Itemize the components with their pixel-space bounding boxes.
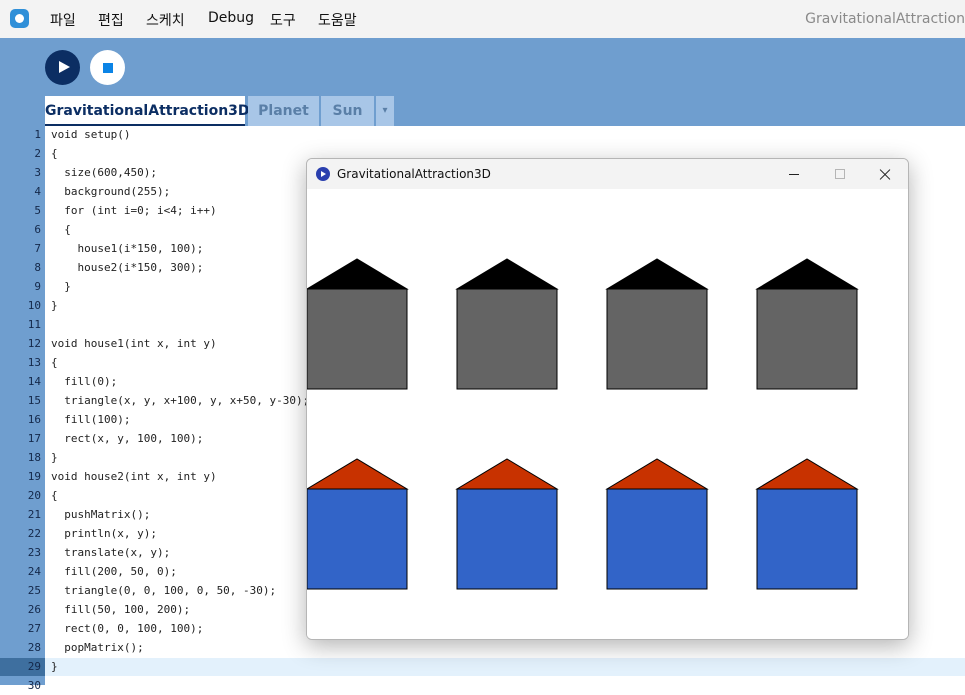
menu-file[interactable]: 파일 (50, 10, 76, 30)
sketch-canvas (307, 189, 908, 639)
code-line[interactable]: void house1(int x, int y) (51, 334, 217, 353)
code-line[interactable]: void setup() (51, 125, 130, 144)
code-line[interactable]: background(255); (51, 182, 170, 201)
house-body (756, 288, 858, 390)
sketch-window[interactable]: GravitationalAttraction3D (306, 158, 909, 640)
code-line[interactable]: { (51, 486, 58, 505)
line-number: 8 (34, 261, 41, 274)
line-number: 4 (34, 185, 41, 198)
house-body (307, 488, 408, 590)
line-number: 14 (27, 375, 41, 388)
maximize-icon[interactable] (817, 159, 862, 189)
house-body (307, 288, 408, 390)
line-number: 26 (27, 603, 41, 616)
line-number: 21 (27, 508, 41, 521)
tab-sun[interactable]: Sun (321, 96, 374, 126)
line-number: 13 (27, 356, 41, 369)
menu-tools[interactable]: 도구 (270, 10, 296, 30)
tab-menu-chevron-down-icon[interactable]: ▾ (376, 96, 394, 126)
line-number: 7 (34, 242, 41, 255)
run-button[interactable] (45, 50, 80, 85)
app-window-title: GravitationalAttraction (805, 11, 965, 27)
current-line-highlight (45, 658, 965, 676)
line-number: 6 (34, 223, 41, 236)
line-number: 20 (27, 489, 41, 502)
line-number: 12 (27, 337, 41, 350)
line-number: 5 (34, 204, 41, 217)
processing-logo-icon (10, 9, 29, 28)
line-number: 11 (27, 318, 41, 331)
code-line[interactable]: fill(200, 50, 0); (51, 562, 177, 581)
line-number: 23 (27, 546, 41, 559)
code-line[interactable]: triangle(x, y, x+100, y, x+50, y-30); (51, 391, 309, 410)
line-number: 9 (34, 280, 41, 293)
code-line[interactable]: println(x, y); (51, 524, 157, 543)
code-line[interactable]: pushMatrix(); (51, 505, 150, 524)
code-line[interactable]: } (51, 657, 58, 676)
house-body (456, 288, 558, 390)
line-number: 27 (27, 622, 41, 635)
line-number: 16 (27, 413, 41, 426)
menu-edit[interactable]: 편집 (98, 10, 124, 30)
code-line[interactable]: triangle(0, 0, 100, 0, 50, -30); (51, 581, 276, 600)
menu-bar: 파일 편집 스케치 Debug 도구 도움말 GravitationalAttr… (0, 0, 965, 38)
line-number: 22 (27, 527, 41, 540)
menu-sketch[interactable]: 스케치 (146, 10, 185, 30)
code-line[interactable]: house2(i*150, 300); (51, 258, 203, 277)
sketch-window-title: GravitationalAttraction3D (337, 167, 491, 181)
house-body (756, 488, 858, 590)
code-line[interactable]: fill(0); (51, 372, 117, 391)
line-number: 15 (27, 394, 41, 407)
code-line[interactable]: house1(i*150, 100); (51, 239, 203, 258)
line-number: 30 (27, 679, 41, 692)
code-line[interactable]: } (51, 296, 58, 315)
code-line[interactable]: rect(0, 0, 100, 100); (51, 619, 203, 638)
line-number: 10 (27, 299, 41, 312)
sketch-app-icon (316, 167, 330, 181)
house-body (606, 488, 708, 590)
line-number: 2 (34, 147, 41, 160)
stop-button[interactable] (90, 50, 125, 85)
line-number: 28 (27, 641, 41, 654)
line-number: 3 (34, 166, 41, 179)
line-number: 17 (27, 432, 41, 445)
line-number: 18 (27, 451, 41, 464)
menu-help[interactable]: 도움말 (318, 10, 357, 30)
tab-planet[interactable]: Planet (248, 96, 319, 126)
menu-debug[interactable]: Debug (208, 10, 254, 26)
code-line[interactable]: { (51, 353, 58, 372)
line-number: 29 (27, 660, 41, 673)
code-line[interactable]: popMatrix(); (51, 638, 143, 657)
line-number: 19 (27, 470, 41, 483)
code-line[interactable]: for (int i=0; i<4; i++) (51, 201, 216, 220)
code-line[interactable]: rect(x, y, 100, 100); (51, 429, 203, 448)
house-body (456, 488, 558, 590)
code-line[interactable]: { (51, 220, 71, 239)
toolbar: GravitationalAttraction3D Planet Sun ▾ (0, 38, 965, 126)
line-number: 25 (27, 584, 41, 597)
code-line[interactable]: } (51, 277, 71, 296)
house-body (606, 288, 708, 390)
code-line[interactable]: { (51, 144, 58, 163)
code-line[interactable]: fill(50, 100, 200); (51, 600, 190, 619)
sketch-window-titlebar[interactable]: GravitationalAttraction3D (307, 159, 908, 189)
code-line[interactable]: size(600,450); (51, 163, 157, 182)
minimize-icon[interactable] (772, 159, 817, 189)
line-number: 1 (34, 128, 41, 141)
code-line[interactable]: translate(x, y); (51, 543, 170, 562)
line-number: 24 (27, 565, 41, 578)
close-icon[interactable] (862, 159, 907, 189)
code-line[interactable]: void house2(int x, int y) (51, 467, 217, 486)
code-line[interactable]: fill(100); (51, 410, 130, 429)
code-line[interactable]: } (51, 448, 58, 467)
tab-gravitational-attraction-3d[interactable]: GravitationalAttraction3D (45, 96, 250, 126)
